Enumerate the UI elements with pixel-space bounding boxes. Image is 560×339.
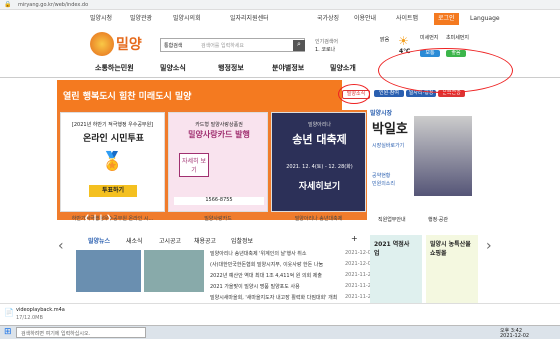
download-bar: 📄 videoplayback.m4a 17/12.0MB [0, 303, 560, 325]
site-logo[interactable]: 밀양 [116, 34, 142, 54]
card-lovecard[interactable]: 카드형 밀양사랑상품권 밀양사랑카드 발행 자세히 보기 1566-8755 밀… [168, 112, 268, 222]
slider-controls[interactable]: ❮ ❙❙ ❯ [84, 214, 112, 222]
top-nav-item[interactable]: 국가상징 [317, 13, 339, 25]
search-input[interactable]: 검색어를 입력하세요 [201, 42, 244, 49]
fine-dust-label: 초미세먼지 [446, 35, 470, 41]
dust-label: 미세먼지 [420, 35, 439, 41]
top-nav-item[interactable]: 이용안내 [354, 13, 376, 25]
event-date: 2021. 12. 4(토) - 12. 28(화) [286, 164, 353, 170]
login-button[interactable]: 로그인 [434, 13, 459, 25]
office-link[interactable]: 행정·공관 [428, 216, 448, 223]
top-nav-item[interactable]: 일자리지원센터 [230, 13, 269, 25]
annotation-circle [338, 84, 370, 104]
start-icon[interactable]: ⊞ [4, 327, 12, 337]
side-box-title: 2021 역점사업 [374, 241, 410, 257]
mayor-name: 박일호 [372, 122, 408, 137]
card-caption: 밀양사랑카드 [204, 216, 232, 222]
news-item[interactable]: 밀양시새마을회, '새마을지도자 내고장 활력화 다짐대회' 개최 [210, 294, 360, 301]
search-category[interactable]: 통합검색 [164, 42, 182, 49]
file-icon: 📄 [4, 308, 14, 317]
mayor-link[interactable]: 시장실바로가기 [372, 142, 404, 149]
top-nav-item[interactable]: 밀양관광 [130, 13, 152, 25]
tab-new[interactable]: 새소식 [126, 236, 143, 245]
mayor-link[interactable]: 민원의소리 [372, 180, 395, 187]
slogan-text: 열린 행복도시 힘찬 미래도시 밀양 [63, 92, 192, 102]
sun-icon: ☀ [398, 34, 409, 48]
side-box-title: 밀양시 농특산물 쇼핑몰 [430, 241, 471, 257]
card-title: 송년 대축제 [292, 133, 347, 146]
logo-icon [90, 32, 114, 56]
card-caption: 하반기적극행정우수공무원 온라인 시... [71, 216, 154, 222]
tab-news[interactable]: 밀양뉴스 [88, 236, 110, 245]
card-title: 밀양사랑카드 발행 [188, 130, 250, 139]
tab-recruit[interactable]: 채용공고 [194, 236, 216, 245]
weather-label: 맑음 [380, 37, 390, 43]
search-icon[interactable]: ⌕ [293, 40, 305, 51]
address-bar[interactable]: miryang.go.kr/web/index.do [18, 1, 158, 9]
ranking-item[interactable]: 1. 코로나 [315, 46, 335, 53]
news-item[interactable]: 2021 가을맞이 밀양시 명품 밀양포도 사용 [210, 283, 360, 290]
mayor-panel: 밀양시장 박일호 시장실바로가기 공약현황 민원의소리 직원업무안내 행정·공관 [368, 100, 478, 230]
top-nav-item[interactable]: 밀양시청 [90, 13, 112, 25]
nav-item[interactable]: 밀양소식 [160, 63, 186, 73]
prev-arrow-icon[interactable]: ‹ [58, 238, 64, 254]
tab-notice[interactable]: 고시공고 [159, 236, 181, 245]
card-vote[interactable]: [2021년 하반기 적극행정 우수공무원] 온라인 시민투표 🏅 투표하기 하… [60, 112, 165, 222]
top-nav-item[interactable]: 사이트맵 [396, 13, 418, 25]
news-thumb[interactable] [76, 250, 141, 292]
clock-date: 2021-12-02 [500, 333, 530, 339]
next-arrow-icon[interactable]: › [486, 238, 492, 254]
vote-button[interactable]: 투표하기 [89, 185, 137, 197]
search-box: 통합검색 검색어를 입력하세요 ⌕ [160, 38, 305, 52]
download-name[interactable]: videoplayback.m4a [16, 307, 65, 313]
medal-icon: 🏅 [101, 151, 124, 172]
tab-participation[interactable]: 인원·참여 [374, 90, 404, 97]
card-subtitle: [2021년 하반기 적극행정 우수공무원] [71, 122, 154, 128]
language-select[interactable]: Language [470, 13, 500, 25]
tab-bid[interactable]: 입찰정보 [231, 236, 253, 245]
taskbar: ⊞ 검색하려면 여기에 입력하십시오. 오후 3:42 2021-12-02 [0, 325, 560, 339]
nav-item[interactable]: 분야별정보 [272, 63, 304, 73]
mayor-photo [414, 116, 472, 196]
taskbar-search-input[interactable]: 검색하려면 여기에 입력하십시오. [21, 330, 90, 337]
mayor-link[interactable]: 공약현황 [372, 172, 390, 179]
side-box[interactable]: 2021 역점사업 [370, 235, 422, 305]
side-box[interactable]: 밀양시 농특산물 쇼핑몰 [426, 235, 478, 305]
card-festival[interactable]: 밀양아리나 송년 대축제 2021. 12. 4(토) - 12. 28(화) … [271, 112, 367, 222]
news-item[interactable]: 2022년 예산안 역대 최대 1조 4,411억 원 의회 제출 [210, 272, 360, 279]
card-title: 온라인 시민투표 [82, 134, 145, 144]
lock-icon: 🔒 [4, 1, 12, 8]
phone-number: 1566-8755 [174, 197, 264, 205]
top-nav-item[interactable]: 밀양시의회 [173, 13, 201, 25]
more-icon[interactable]: + [351, 234, 358, 243]
news-item[interactable]: 밀양아리나 송년대축제 '위계인의 날'행사 취소 [210, 250, 360, 257]
download-size: 17/12.0MB [16, 315, 43, 321]
taskbar-search[interactable]: 검색하려면 여기에 입력하십시오. [16, 327, 146, 338]
nav-item[interactable]: 행정정보 [218, 63, 244, 73]
nav-item[interactable]: 소통하는민원 [95, 63, 134, 73]
detail-button[interactable]: 자세히보기 [272, 179, 367, 192]
news-thumb[interactable] [144, 250, 204, 292]
detail-button[interactable]: 자세히 보기 [179, 153, 209, 177]
news-item[interactable]: (사)대한민국한돈협회 밀양시지부, 이웃사랑 한돈 나눔 [210, 261, 360, 268]
ranking-label: 인기검색어 [315, 39, 339, 45]
browser-bar: 🔒 miryang.go.kr/web/index.do [0, 0, 560, 10]
card-caption: 밀양아리나 송년대축제 [294, 216, 343, 222]
staff-link[interactable]: 직원업무안내 [378, 216, 406, 223]
card-subtitle: 카드형 밀양사랑상품권 [195, 122, 243, 128]
annotation-circle [378, 48, 513, 93]
top-nav: 밀양시청 밀양관광 밀양시의회 일자리지원센터 국가상징 이용안내 사이트맵 로… [0, 10, 560, 28]
slogan-banner: 열린 행복도시 힘찬 미래도시 밀양 [57, 80, 342, 110]
mayor-label: 밀양시장 [370, 110, 393, 117]
card-subtitle: 밀양아리나 [307, 122, 331, 128]
nav-item[interactable]: 밀양소개 [330, 63, 356, 73]
